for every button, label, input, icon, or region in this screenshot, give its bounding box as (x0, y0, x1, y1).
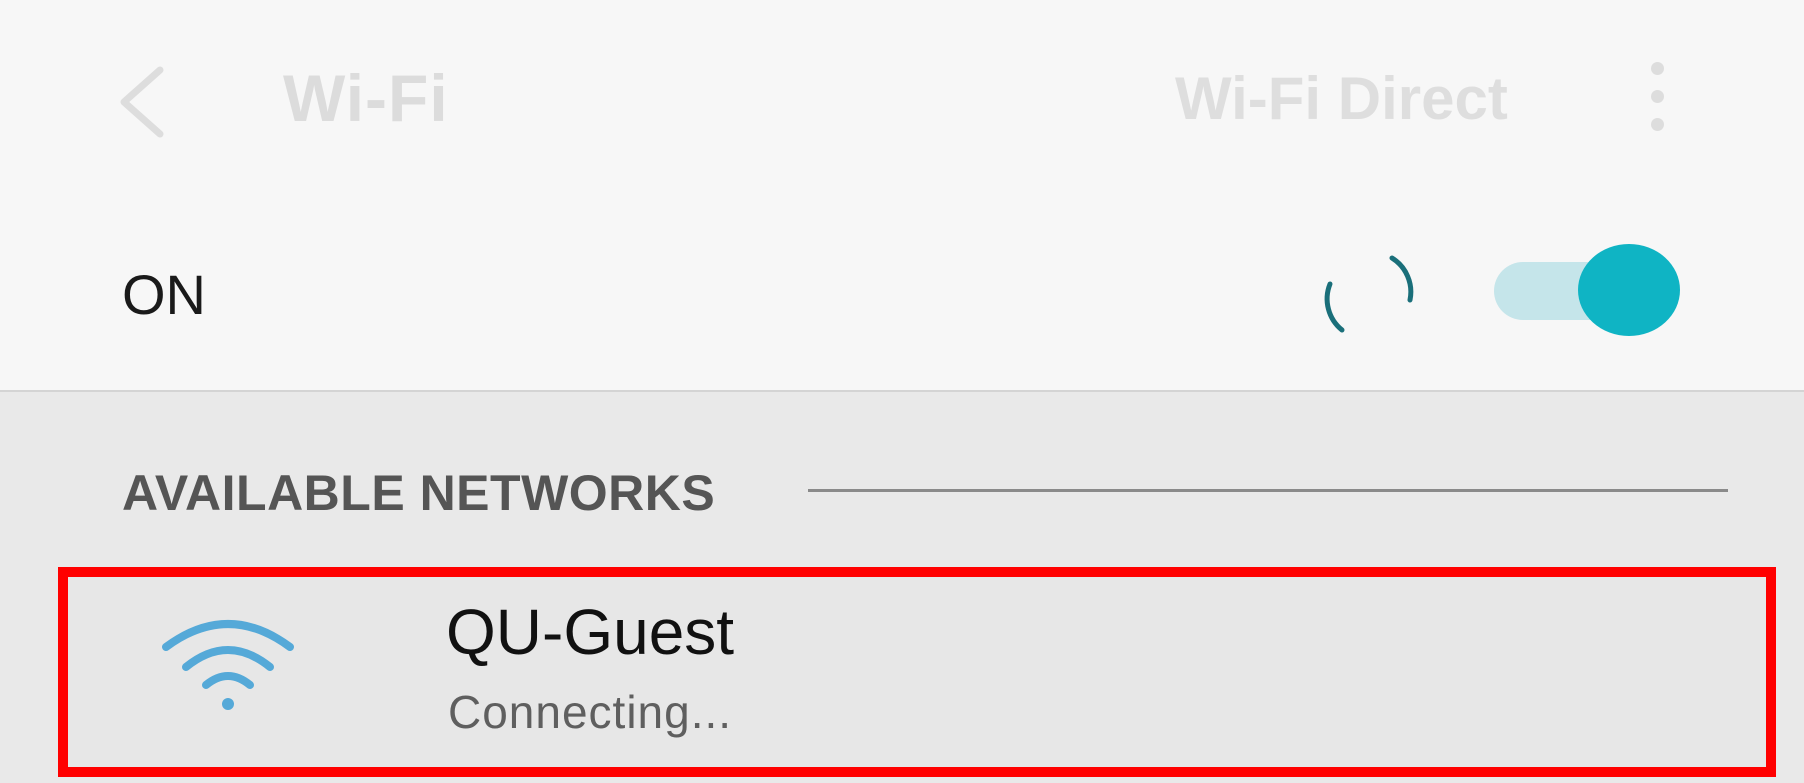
more-vertical-icon[interactable] (1640, 60, 1676, 132)
wifi-state-label: ON (122, 263, 206, 326)
chevron-left-icon[interactable] (112, 62, 172, 142)
page-title: Wi-Fi (283, 61, 449, 135)
wifi-toggle-row[interactable]: ON (0, 200, 1804, 392)
network-status: Connecting... (448, 686, 733, 738)
section-header: AVAILABLE NETWORKS (122, 465, 716, 521)
app-bar: Wi-Fi Wi-Fi Direct (0, 0, 1804, 200)
available-networks-section: AVAILABLE NETWORKS QU-Guest Connecting..… (0, 392, 1804, 783)
loading-spinner-icon (1324, 255, 1414, 333)
wifi-signal-icon (162, 620, 294, 710)
toggle-thumb (1578, 244, 1680, 336)
network-list-item[interactable]: QU-Guest Connecting... (58, 567, 1776, 777)
network-name: QU-Guest (446, 596, 735, 668)
wifi-direct-button[interactable]: Wi-Fi Direct (1175, 64, 1508, 133)
section-divider (808, 489, 1728, 492)
wifi-settings-screen: Wi-Fi Wi-Fi Direct ON AVAILABLE NETWORKS (0, 0, 1804, 783)
wifi-toggle-switch[interactable] (1494, 244, 1684, 340)
